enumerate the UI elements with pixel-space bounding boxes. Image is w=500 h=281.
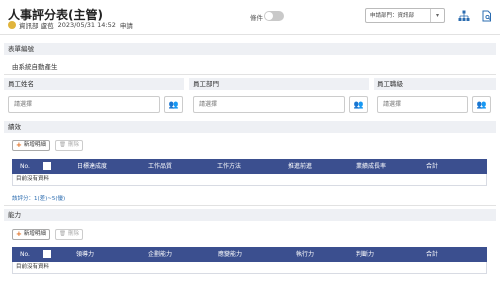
form-number-value: 由系統自動產生 bbox=[12, 63, 58, 71]
condition-toggle[interactable] bbox=[264, 11, 284, 21]
column-header: 合計 bbox=[426, 163, 439, 170]
column-header: 日標達成度 bbox=[77, 163, 108, 170]
select-all-checkbox[interactable] bbox=[43, 162, 51, 170]
org-chart-icon[interactable] bbox=[458, 10, 470, 22]
column-header: No. bbox=[20, 251, 30, 258]
delete-ability-label: 刪除 bbox=[67, 231, 79, 237]
document-search-icon[interactable] bbox=[481, 10, 493, 22]
employee-name-label: 員工姓名 bbox=[4, 78, 184, 90]
column-header: 應變能力 bbox=[218, 251, 243, 258]
ability-empty-row: 目前沒有資料 bbox=[12, 262, 487, 274]
performance-empty-row: 目前沒有資料 bbox=[12, 174, 487, 186]
column-header: 業績成長率 bbox=[356, 163, 387, 170]
users-icon: 👥 bbox=[353, 100, 364, 109]
employee-name-input[interactable]: 請選擇 bbox=[8, 96, 160, 113]
column-header: 執行力 bbox=[296, 251, 315, 258]
condition-label: 條件 bbox=[250, 14, 263, 22]
column-header: 企劃能力 bbox=[148, 251, 173, 258]
ability-table-header: No. 領導力 企劃能力 應變能力 執行力 判斷力 合計 bbox=[12, 247, 487, 262]
avatar bbox=[8, 21, 16, 29]
column-header: 合計 bbox=[426, 251, 439, 258]
header-divider bbox=[0, 34, 500, 35]
delete-performance-button[interactable]: 🗑 刪除 bbox=[55, 140, 83, 151]
add-ability-detail-label: 新增明細 bbox=[23, 231, 46, 237]
application-datetime: 2023/05/31 14:52 bbox=[57, 21, 116, 29]
form-number-label: 表單編號 bbox=[4, 43, 496, 55]
column-header: 工作品質 bbox=[148, 163, 173, 170]
delete-performance-label: 刪除 bbox=[67, 142, 79, 148]
select-dept-button[interactable]: 👥 bbox=[349, 96, 368, 113]
add-performance-detail-label: 新增明細 bbox=[23, 142, 46, 148]
department-select-value: 申請部門：資訊部 bbox=[370, 13, 415, 19]
column-header: 領導力 bbox=[76, 251, 95, 258]
trash-icon: 🗑 bbox=[59, 231, 66, 237]
column-header: No. bbox=[20, 163, 30, 170]
score-note: 該評分：1(差)~5(優) bbox=[12, 196, 66, 202]
column-header: 工作方法 bbox=[217, 163, 242, 170]
select-all-checkbox[interactable] bbox=[43, 250, 51, 258]
plus-icon: + bbox=[16, 230, 22, 238]
performance-section-label: 績效 bbox=[4, 121, 496, 133]
ability-section-label: 能力 bbox=[4, 209, 496, 221]
delete-ability-button[interactable]: 🗑 刪除 bbox=[55, 229, 83, 240]
plus-icon: + bbox=[16, 141, 22, 149]
toggle-knob bbox=[265, 12, 273, 20]
employee-title-input[interactable]: 請選擇 bbox=[377, 96, 468, 113]
performance-table-header: No. 日標達成度 工作品質 工作方法 推進前進 業績成長率 合計 bbox=[12, 159, 487, 174]
applicant-department: 資訊部 盧苞 bbox=[19, 22, 54, 30]
section-divider bbox=[4, 74, 496, 75]
users-icon: 👥 bbox=[476, 100, 487, 109]
users-icon: 👥 bbox=[168, 100, 179, 109]
add-ability-detail-button[interactable]: + 新增明細 bbox=[12, 229, 50, 240]
section-divider bbox=[4, 205, 496, 206]
department-select[interactable]: 申請部門：資訊部 ▾ bbox=[365, 8, 445, 23]
employee-dept-input[interactable]: 請選擇 bbox=[193, 96, 345, 113]
chevron-down-icon: ▾ bbox=[430, 9, 444, 22]
employee-title-label: 員工職級 bbox=[374, 78, 496, 90]
select-title-button[interactable]: 👥 bbox=[472, 96, 491, 113]
application-status: 申請 bbox=[119, 22, 133, 30]
trash-icon: 🗑 bbox=[59, 142, 66, 148]
applicant-meta: 資訊部 盧苞 2023/05/31 14:52 申請 bbox=[8, 19, 137, 31]
column-header: 推進前進 bbox=[288, 163, 313, 170]
add-performance-detail-button[interactable]: + 新增明細 bbox=[12, 140, 50, 151]
column-header: 判斷力 bbox=[356, 251, 375, 258]
select-employee-button[interactable]: 👥 bbox=[164, 96, 183, 113]
employee-dept-label: 員工部門 bbox=[189, 78, 369, 90]
